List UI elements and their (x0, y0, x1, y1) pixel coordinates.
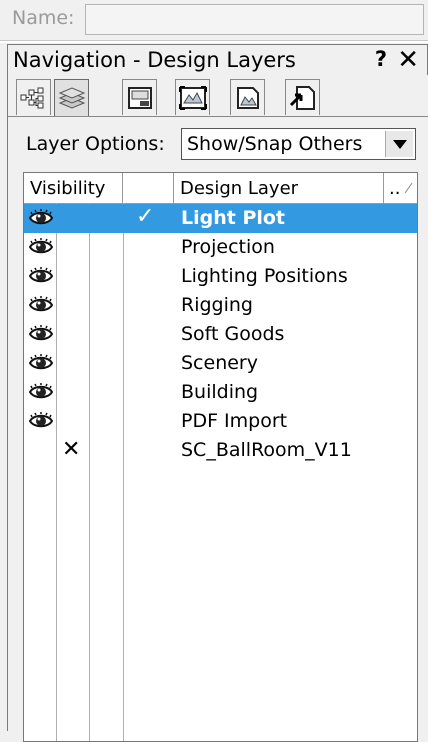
layer-row[interactable]: Soft Goods (24, 320, 417, 349)
column-more-label: .. (389, 178, 401, 199)
eye-icon[interactable] (28, 238, 54, 256)
name-label: Name: (12, 7, 75, 29)
tab-bar (8, 79, 428, 117)
column-header-active[interactable] (123, 173, 174, 203)
design-layer-list: Visibility Design Layer .. ✓ Light Plot Pr… (23, 172, 418, 742)
dropdown-arrow-button[interactable] (385, 131, 413, 157)
visibility-toggle[interactable] (28, 267, 54, 289)
name-row: Name: (0, 0, 428, 40)
eye-icon[interactable] (28, 209, 54, 227)
tab-design-layers[interactable] (54, 79, 89, 117)
layer-row[interactable]: Building (24, 378, 417, 407)
layer-name: Soft Goods (181, 323, 285, 345)
chevron-down-icon (392, 139, 407, 149)
navigation-panel: Layer Options: Show/Snap Others Visibili… (7, 75, 428, 742)
layer-options-value: Show/Snap Others (187, 133, 363, 155)
layer-row[interactable]: Rigging (24, 291, 417, 320)
column-header-visibility[interactable]: Visibility (24, 173, 123, 203)
palette-title: Navigation - Design Layers (13, 48, 296, 72)
palette-titlebar: Navigation - Design Layers ? ✕ (7, 44, 428, 75)
tab-sheet-layers[interactable] (122, 79, 157, 115)
design-layers-icon (58, 86, 85, 109)
eye-icon[interactable] (28, 267, 54, 285)
layer-row[interactable]: Lighting Positions (24, 262, 417, 291)
sheet-layers-icon (127, 86, 152, 109)
referenced-files-icon (289, 85, 315, 110)
layer-row[interactable]: Projection (24, 233, 417, 262)
layer-row[interactable]: ✕ SC_BallRoom_V11 (24, 436, 417, 465)
layer-name: Scenery (181, 352, 258, 374)
layer-name: PDF Import (181, 410, 288, 432)
layer-name: Lighting Positions (181, 265, 348, 287)
eye-icon[interactable] (28, 325, 54, 343)
help-button[interactable]: ? (375, 47, 387, 71)
layer-row[interactable]: ✓ Light Plot (24, 204, 417, 233)
eye-icon[interactable] (28, 412, 54, 430)
tab-referenced-files[interactable] (285, 79, 320, 115)
visibility-toggle[interactable] (28, 325, 54, 347)
tab-classes[interactable] (16, 79, 51, 115)
layer-name: Rigging (181, 294, 253, 316)
list-header: Visibility Design Layer .. (24, 173, 417, 204)
visibility-toggle[interactable] (28, 296, 54, 318)
tab-saved-views[interactable] (230, 79, 265, 115)
layer-options-dropdown[interactable]: Show/Snap Others (181, 128, 416, 160)
layer-name: SC_BallRoom_V11 (181, 439, 352, 461)
eye-icon[interactable] (28, 296, 54, 314)
layer-name: Projection (181, 236, 275, 258)
saved-views-icon (236, 86, 259, 109)
hidden-toggle[interactable]: ✕ (62, 437, 80, 462)
visibility-toggle[interactable] (28, 209, 54, 231)
eye-icon[interactable] (28, 354, 54, 372)
tab-bar-baseline (8, 116, 428, 117)
layer-options-label: Layer Options: (26, 133, 165, 155)
viewports-icon (178, 85, 207, 110)
column-header-more[interactable]: .. (384, 173, 417, 203)
layer-name: Light Plot (181, 207, 286, 229)
column-resize-icon (405, 182, 413, 194)
class-hierarchy-icon (20, 87, 43, 108)
close-button[interactable]: ✕ (397, 45, 419, 75)
layer-name: Building (181, 381, 259, 403)
active-layer-check-icon: ✓ (136, 204, 155, 229)
divider (0, 40, 428, 43)
visibility-toggle[interactable] (28, 383, 54, 405)
visibility-toggle[interactable] (28, 412, 54, 434)
eye-icon[interactable] (28, 383, 54, 401)
layer-row[interactable]: PDF Import (24, 407, 417, 436)
tab-viewports[interactable] (175, 79, 210, 115)
layer-row[interactable]: Scenery (24, 349, 417, 378)
visibility-toggle[interactable] (28, 354, 54, 376)
column-header-design-layer[interactable]: Design Layer (174, 173, 384, 203)
name-input[interactable] (85, 4, 424, 35)
visibility-toggle[interactable] (28, 238, 54, 260)
